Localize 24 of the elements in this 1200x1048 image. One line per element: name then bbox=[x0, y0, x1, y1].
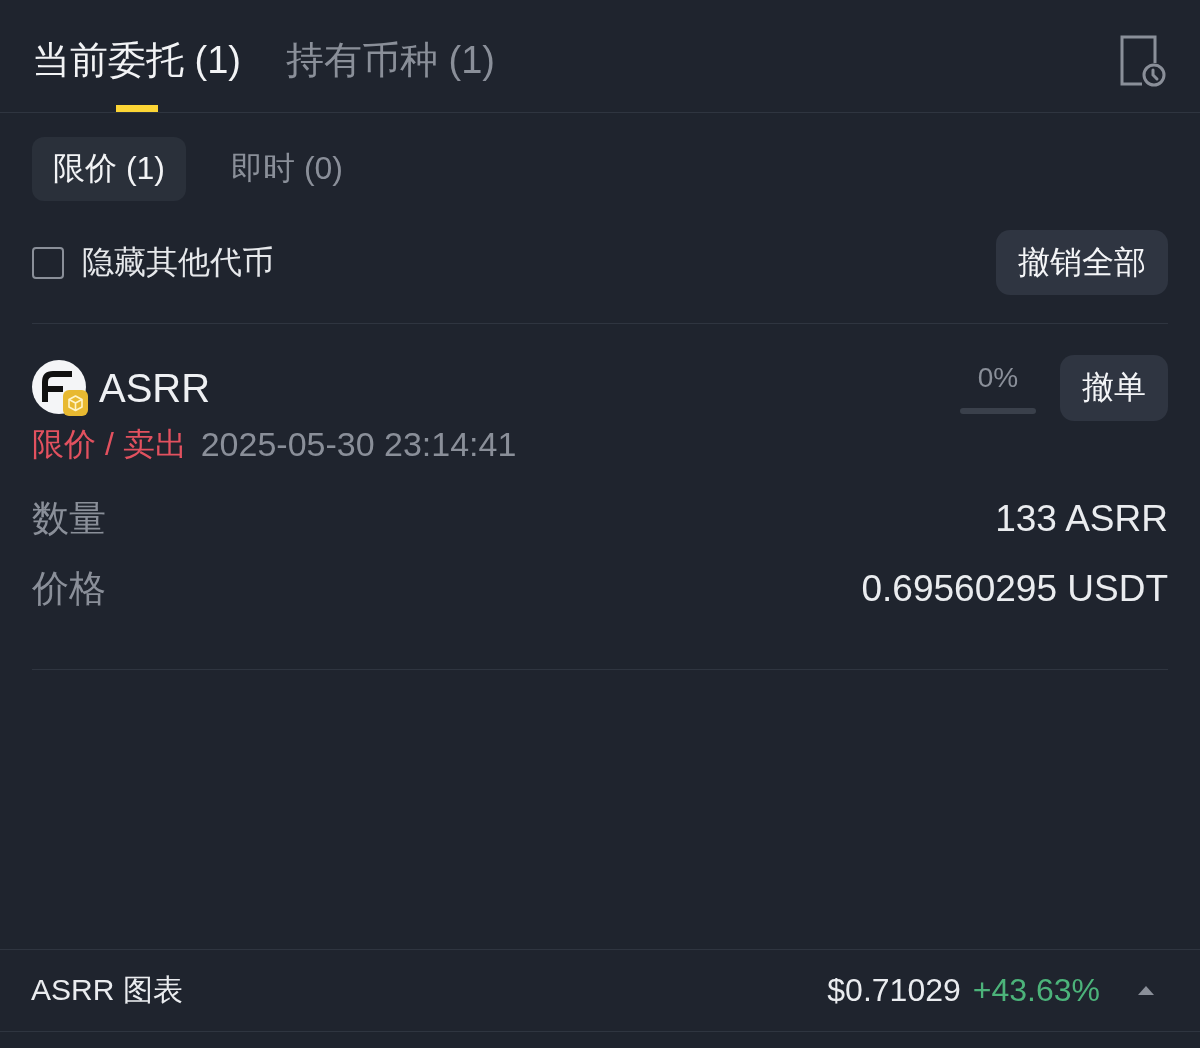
order-type-label: 限价 / 卖出 bbox=[32, 425, 187, 464]
cancel-order-button[interactable]: 撤单 bbox=[1060, 355, 1168, 421]
field-label: 数量 bbox=[32, 497, 106, 541]
cancel-all-button[interactable]: 撤销全部 bbox=[996, 230, 1168, 295]
chart-label: ASRR 图表 bbox=[31, 972, 183, 1008]
order-type-tab[interactable]: 即时 (0) bbox=[210, 137, 364, 201]
document-clock-icon[interactable] bbox=[1120, 35, 1166, 87]
coin-symbol: ASRR bbox=[99, 365, 211, 411]
field-label: 价格 bbox=[32, 567, 106, 611]
price-value: $0.71029 bbox=[827, 972, 961, 1009]
caret-up-icon[interactable] bbox=[1137, 985, 1155, 996]
field-value: 133 ASRR bbox=[995, 498, 1168, 540]
tab[interactable]: 持有币种 (1) bbox=[286, 0, 495, 112]
order-type-tab[interactable]: 限价 (1) bbox=[32, 137, 186, 201]
field-value: 0.69560295 USDT bbox=[861, 568, 1168, 610]
order-time: 2025-05-30 23:14:41 bbox=[200, 424, 517, 464]
chart-toggle-bar[interactable]: ASRR 图表 $0.71029 +43.63% bbox=[0, 949, 1200, 1032]
price-change: +43.63% bbox=[972, 972, 1100, 1009]
checkbox-label[interactable]: 隐藏其他代币 bbox=[82, 240, 274, 285]
tab[interactable]: 当前委托 (1) bbox=[32, 0, 241, 112]
cube-badge-icon bbox=[63, 390, 88, 416]
filled-percent: 0% bbox=[977, 362, 1019, 394]
tab-indicator bbox=[115, 105, 158, 112]
checkbox[interactable] bbox=[32, 246, 64, 279]
